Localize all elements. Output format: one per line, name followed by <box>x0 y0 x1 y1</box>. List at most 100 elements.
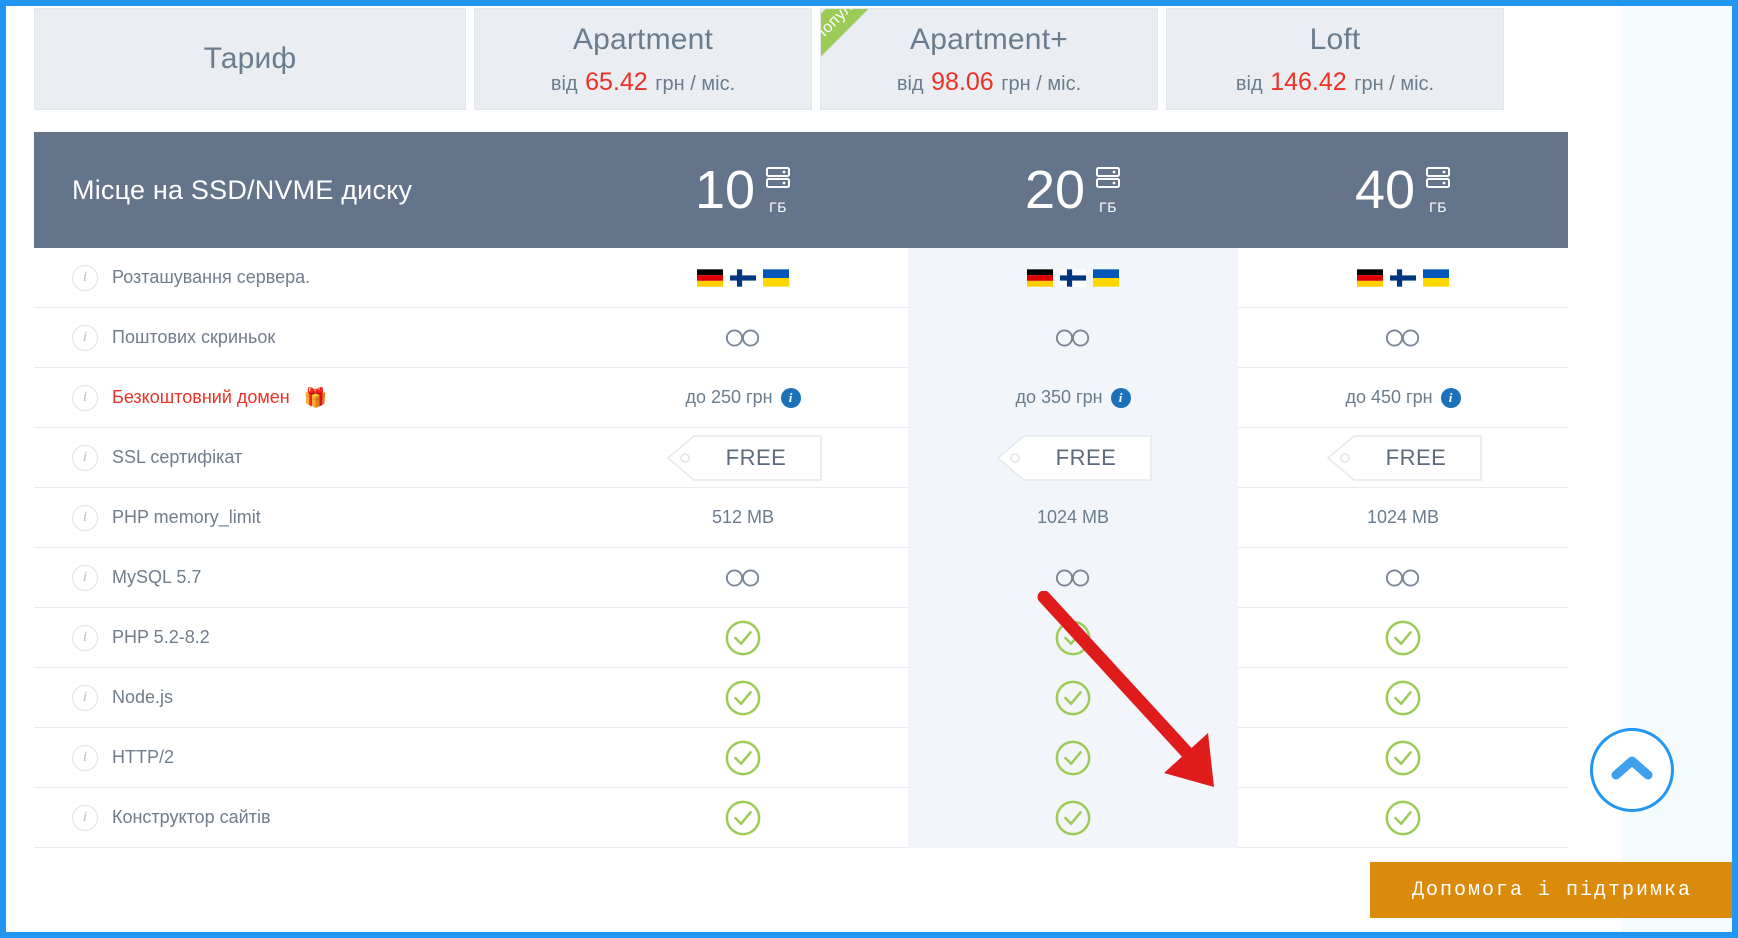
feature-label-cell: i PHP 5.2-8.2 <box>34 624 578 651</box>
domain-credit-value: до 350 грн i <box>1015 387 1131 408</box>
feature-label-cell: i MySQL 5.7 <box>34 564 578 591</box>
ssd-space-label: Місце на SSD/NVME диску <box>72 174 413 205</box>
info-badge-icon[interactable]: i <box>1110 387 1131 408</box>
info-icon[interactable]: i <box>72 264 98 291</box>
feature-row: i PHP 5.2-8.2 <box>34 607 1568 668</box>
popular-ribbon: Популярний <box>821 9 914 70</box>
info-icon[interactable]: i <box>72 504 98 531</box>
domain-credit-text: до 250 грн <box>685 387 773 407</box>
feature-value-cell <box>578 608 908 668</box>
ssd-unit-group: ГБ <box>1425 167 1451 215</box>
feature-row: i Node.js <box>34 667 1568 728</box>
plan-price-suffix: грн / міс. <box>1001 72 1082 95</box>
chevron-up-icon <box>1610 753 1654 788</box>
feature-value-cell <box>1238 308 1568 368</box>
feature-value-cell <box>908 727 1238 788</box>
germany-flag <box>1027 268 1053 287</box>
free-tag-label: FREE <box>1055 444 1117 470</box>
plan-price-prefix: від <box>896 72 924 95</box>
feature-label: HTTP/2 <box>112 747 175 767</box>
window-frame-bottom <box>0 932 1738 938</box>
info-icon[interactable]: i <box>72 444 98 471</box>
plan-price-suffix: грн / міс. <box>655 72 736 95</box>
domain-credit-text: до 450 грн <box>1345 387 1433 407</box>
feature-label: MySQL 5.7 <box>112 567 202 587</box>
info-icon[interactable]: i <box>72 804 98 831</box>
finland-flag <box>1060 268 1086 287</box>
ssd-unit-label: ГБ <box>1429 199 1447 215</box>
feature-row: i Розташування сервера. <box>34 247 1568 308</box>
scroll-to-top-button[interactable] <box>1590 728 1674 812</box>
ssd-space-value-apartment: 10 ГБ <box>578 163 908 217</box>
plan-card-apartment[interactable]: Apartment від 65.42 грн / міс. <box>474 8 812 110</box>
plan-price: від 98.06 грн / міс. <box>897 68 1081 97</box>
info-icon[interactable]: i <box>72 564 98 591</box>
infinity-icon <box>724 327 762 349</box>
plan-price: від 65.42 грн / міс. <box>551 68 735 97</box>
plan-price-prefix: від <box>550 72 578 95</box>
window-frame-right <box>1732 0 1738 938</box>
info-icon[interactable]: i <box>72 324 98 351</box>
plan-header-row: Тариф Apartment від 65.42 грн / міс. Поп… <box>34 6 1568 110</box>
plan-price-amount: 65.42 <box>585 67 648 96</box>
info-icon[interactable]: i <box>72 684 98 711</box>
infinity-icon <box>1384 567 1422 589</box>
plan-name: Apartment+ <box>910 22 1068 56</box>
feature-label: Безкоштовний домен <box>112 387 290 407</box>
check-icon <box>724 739 762 777</box>
check-icon <box>1054 739 1092 777</box>
feature-row: i MySQL 5.7 <box>34 547 1568 608</box>
domain-credit-text: до 350 грн <box>1015 387 1103 407</box>
feature-row: i HTTP/2 <box>34 727 1568 788</box>
info-icon[interactable]: i <box>72 744 98 771</box>
pricing-table: Тариф Apartment від 65.42 грн / міс. Поп… <box>34 6 1568 848</box>
info-badge-icon[interactable]: i <box>1440 387 1461 408</box>
feature-row: i SSL сертифікат FREE FREE FREE <box>34 427 1568 488</box>
plan-column-title-cell: Тариф <box>34 8 466 110</box>
germany-flag <box>697 268 723 287</box>
feature-value-cell <box>1238 668 1568 728</box>
feature-label: PHP 5.2-8.2 <box>112 627 210 647</box>
info-badge-icon[interactable]: i <box>780 387 801 408</box>
feature-value-cell <box>1238 548 1568 608</box>
feature-label-cell: i HTTP/2 <box>34 744 578 771</box>
plan-price-prefix: від <box>1235 72 1263 95</box>
feature-value-cell: до 350 грн i <box>908 367 1238 428</box>
plan-card-loft[interactable]: Loft від 146.42 грн / міс. <box>1166 8 1504 110</box>
support-button[interactable]: Допомога і підтримка <box>1369 862 1732 918</box>
ukraine-flag <box>1093 268 1119 287</box>
plan-price-amount: 98.06 <box>931 67 994 96</box>
plan-card-apartment-plus[interactable]: Популярний Apartment+ від 98.06 грн / мі… <box>820 8 1158 110</box>
ssd-space-value-loft: 40 ГБ <box>1238 163 1568 217</box>
free-tag-label: FREE <box>725 444 787 470</box>
free-tag: FREE <box>994 434 1152 481</box>
check-icon <box>1054 619 1092 657</box>
feature-value-cell <box>1238 728 1568 788</box>
feature-value-cell: до 450 грн i <box>1238 368 1568 428</box>
ssd-space-value-apartment-plus: 20 ГБ <box>908 163 1238 217</box>
support-button-label: Допомога і підтримка <box>1411 878 1692 902</box>
plan-name: Apartment <box>572 22 714 56</box>
feature-row: i Поштових скриньок <box>34 307 1568 368</box>
plan-name: Loft <box>1309 22 1361 56</box>
server-location-flags <box>1357 268 1449 287</box>
info-icon[interactable]: i <box>72 624 98 651</box>
feature-value-cell <box>1238 248 1568 308</box>
ukraine-flag <box>763 268 789 287</box>
ssd-unit-group: ГБ <box>1095 167 1121 215</box>
check-icon <box>1384 799 1422 837</box>
ssd-unit-group: ГБ <box>765 167 791 215</box>
ukraine-flag <box>1423 268 1449 287</box>
feature-label-cell: i SSL сертифікат <box>34 444 578 471</box>
info-icon[interactable]: i <box>72 384 98 411</box>
feature-label: SSL сертифікат <box>112 447 243 467</box>
feature-label-cell: i PHP memory_limit <box>34 504 578 531</box>
feature-label-cell: i Конструктор сайтів <box>34 804 578 831</box>
feature-row: i PHP memory_limit 512 MB 1024 MB 1024 MB <box>34 487 1568 548</box>
check-icon <box>724 619 762 657</box>
free-tag: FREE <box>664 434 822 481</box>
feature-value-cell <box>578 308 908 368</box>
feature-value-cell <box>908 547 1238 608</box>
ssd-unit-label: ГБ <box>769 199 787 215</box>
infinity-icon <box>724 567 762 589</box>
